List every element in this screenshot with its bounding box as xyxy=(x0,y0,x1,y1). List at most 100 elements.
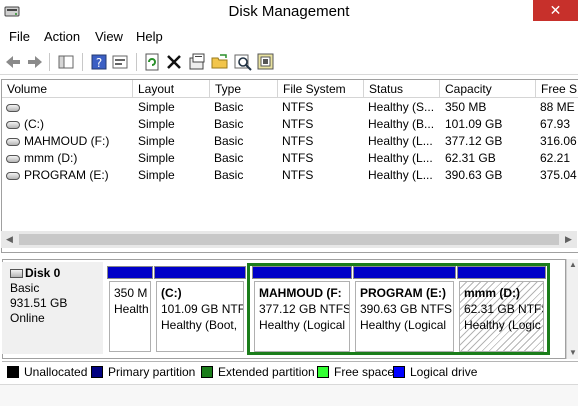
volume-status: Healthy (L... xyxy=(368,168,433,182)
drive-icon xyxy=(6,104,20,112)
partition-mmm-d[interactable]: mmm (D:) 62.31 GB NTFS Healthy (Logic xyxy=(457,266,546,352)
settings-icon[interactable] xyxy=(187,52,207,72)
refresh-icon[interactable] xyxy=(142,52,162,72)
volume-status: Healthy (L... xyxy=(368,151,433,165)
table-row[interactable]: Simple Basic NTFS Healthy (S... 350 MB 8… xyxy=(2,99,578,116)
legend-swatch xyxy=(7,366,19,378)
window-title: Disk Management xyxy=(228,3,350,20)
scroll-down-icon[interactable]: ▼ xyxy=(567,347,578,359)
volume-name: MAHMOUD (F:) xyxy=(24,134,110,148)
volume-capacity: 377.12 GB xyxy=(445,134,503,148)
properties-icon[interactable] xyxy=(110,52,130,72)
partition-program-e[interactable]: PROGRAM (E:) 390.63 GB NTFS Healthy (Log… xyxy=(353,266,456,352)
menu-view[interactable]: View xyxy=(95,29,123,44)
partition-mahmoud-f[interactable]: MAHMOUD (F: 377.12 GB NTFS Healthy (Logi… xyxy=(252,266,352,352)
menu-action[interactable]: Action xyxy=(44,29,80,44)
disk-type: Basic xyxy=(10,281,40,295)
console-tree-icon[interactable] xyxy=(56,52,76,72)
drive-icon xyxy=(6,138,20,146)
scroll-right-icon[interactable]: ▶ xyxy=(560,231,577,248)
drive-icon xyxy=(6,155,20,163)
column-header-free-space[interactable]: Free S xyxy=(536,80,578,98)
legend-swatch xyxy=(317,366,329,378)
disk-size: 931.51 GB xyxy=(10,296,68,310)
disk-name: Disk 0 xyxy=(25,266,61,280)
open-folder-icon[interactable] xyxy=(210,52,230,72)
legend-swatch xyxy=(393,366,405,378)
partition-bar xyxy=(154,266,246,279)
toolbar-separator xyxy=(136,53,137,71)
menu-file[interactable]: File xyxy=(9,29,30,44)
volume-capacity: 350 MB xyxy=(445,100,487,114)
volume-file-system: NTFS xyxy=(282,134,314,148)
partition-size: 350 M xyxy=(114,286,148,300)
volume-free-space: 88 ME xyxy=(540,100,575,114)
volume-name: (C:) xyxy=(24,117,44,131)
legend-label: Primary partition xyxy=(108,365,196,379)
volume-layout: Simple xyxy=(138,134,175,148)
svg-text:?: ? xyxy=(96,56,102,70)
partition-size: 390.63 GB NTFS xyxy=(360,302,453,316)
volume-file-system: NTFS xyxy=(282,151,314,165)
column-header-type[interactable]: Type xyxy=(210,80,278,98)
partition-body: 350 M Health xyxy=(109,281,151,352)
scroll-left-icon[interactable]: ◀ xyxy=(1,231,18,248)
disk-state: Online xyxy=(10,311,45,325)
column-header-capacity[interactable]: Capacity xyxy=(440,80,536,98)
column-header-volume[interactable]: Volume xyxy=(2,80,133,98)
legend-label: Logical drive xyxy=(410,365,478,379)
table-row[interactable]: mmm (D:) Simple Basic NTFS Healthy (L...… xyxy=(2,150,578,167)
delete-icon[interactable] xyxy=(164,52,184,72)
volume-layout: Simple xyxy=(138,117,175,131)
horizontal-scrollbar[interactable]: ◀ ▶ xyxy=(1,231,577,248)
legend-label: Free space xyxy=(334,365,395,379)
volume-free-space: 316.06 xyxy=(540,134,577,148)
volume-name: mmm (D:) xyxy=(24,151,78,165)
volume-type: Basic xyxy=(214,100,244,114)
scrollbar-thumb[interactable] xyxy=(19,234,559,245)
volume-status: Healthy (S... xyxy=(368,100,435,114)
volume-list: Volume Layout Type File System Status Ca… xyxy=(1,79,578,253)
table-row[interactable]: MAHMOUD (F:) Simple Basic NTFS Healthy (… xyxy=(2,133,578,150)
volume-name: PROGRAM (E:) xyxy=(24,168,109,182)
menu-help[interactable]: Help xyxy=(136,29,163,44)
partition-size: 101.09 GB NTFS xyxy=(161,302,244,316)
partition-body: MAHMOUD (F: 377.12 GB NTFS Healthy (Logi… xyxy=(254,281,350,352)
partition-bar xyxy=(457,266,546,279)
vertical-scrollbar[interactable]: ▲ ▼ xyxy=(566,259,578,359)
back-arrow-icon[interactable] xyxy=(3,52,23,72)
volume-capacity: 390.63 GB xyxy=(445,168,503,182)
legend-item: Primary partition xyxy=(91,365,195,379)
volume-file-system: NTFS xyxy=(282,117,314,131)
partition-name: MAHMOUD (F: xyxy=(259,286,342,300)
volume-file-system: NTFS xyxy=(282,168,314,182)
legend-item: Extended partition xyxy=(201,365,315,379)
partition-status: Healthy (Logical xyxy=(360,318,447,332)
forward-arrow-icon[interactable] xyxy=(25,52,45,72)
menu-bar: File Action View Help xyxy=(0,27,578,47)
volume-type: Basic xyxy=(214,117,244,131)
table-row[interactable]: (C:) Simple Basic NTFS Healthy (B... 101… xyxy=(2,116,578,133)
toolbar-separator xyxy=(82,53,83,71)
partition-name: PROGRAM (E:) xyxy=(360,286,446,300)
partition-size: 377.12 GB NTFS xyxy=(259,302,350,316)
volume-type: Basic xyxy=(214,134,244,148)
column-header-layout[interactable]: Layout xyxy=(133,80,210,98)
column-header-status[interactable]: Status xyxy=(364,80,440,98)
volume-type: Basic xyxy=(214,151,244,165)
partition-system-reserved[interactable]: 350 M Health xyxy=(107,266,153,352)
scroll-up-icon[interactable]: ▲ xyxy=(567,259,578,271)
partition-c[interactable]: (C:) 101.09 GB NTFS Healthy (Boot, xyxy=(154,266,246,352)
column-header-file-system[interactable]: File System xyxy=(278,80,364,98)
close-button[interactable]: ✕ xyxy=(533,0,578,21)
help-icon[interactable]: ? xyxy=(89,52,109,72)
help-topics-icon[interactable] xyxy=(256,52,276,72)
volume-free-space: 62.21 xyxy=(540,151,571,165)
table-row[interactable]: PROGRAM (E:) Simple Basic NTFS Healthy (… xyxy=(2,167,578,184)
partition-name: (C:) xyxy=(161,286,182,300)
explore-search-icon[interactable] xyxy=(233,52,253,72)
volume-layout: Simple xyxy=(138,168,175,182)
legend-item: Unallocated xyxy=(7,365,87,379)
disk-info-panel[interactable]: Disk 0 Basic 931.51 GB Online xyxy=(2,262,103,354)
volume-status: Healthy (L... xyxy=(368,134,433,148)
